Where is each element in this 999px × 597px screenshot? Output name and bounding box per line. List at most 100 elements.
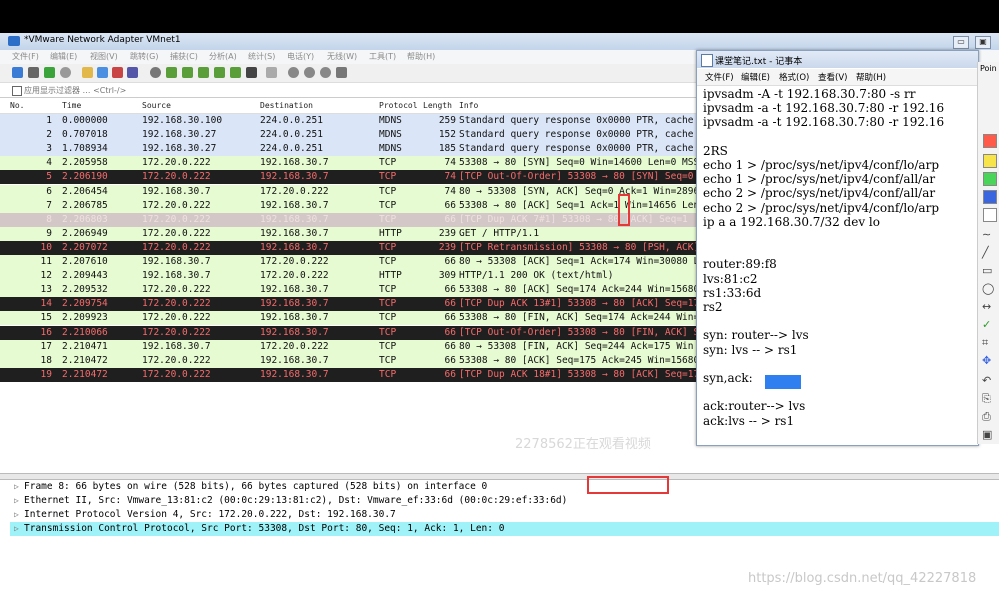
color-green-swatch[interactable] bbox=[983, 172, 997, 186]
color-red-swatch[interactable] bbox=[983, 134, 997, 148]
reload-icon[interactable] bbox=[127, 67, 138, 78]
detail-frame-row[interactable]: ▷ Frame 8: 66 bytes on wire (528 bits), … bbox=[10, 480, 999, 494]
col-header-source[interactable]: Source bbox=[142, 101, 171, 110]
close-file-icon[interactable] bbox=[112, 67, 123, 78]
notepad-line: syn,ack: bbox=[703, 371, 753, 385]
packet-cell-proto: TCP bbox=[379, 185, 397, 197]
color-white-swatch[interactable] bbox=[983, 208, 997, 222]
menu-analyze[interactable]: 分析(A) bbox=[209, 51, 237, 62]
crop-tool-icon[interactable]: ⌗ bbox=[982, 336, 988, 350]
packet-cell-time: 2.206454 bbox=[62, 185, 108, 197]
restore-button[interactable]: ▣ bbox=[975, 36, 991, 49]
notepad-text-area[interactable]: ipvsadm -A -t 192.168.30.7:80 -s rr ipvsa… bbox=[703, 87, 978, 445]
np-menu-view[interactable]: 查看(V) bbox=[818, 71, 847, 83]
text-selection bbox=[765, 375, 801, 389]
np-menu-edit[interactable]: 编辑(E) bbox=[741, 71, 770, 83]
restart-capture-icon[interactable] bbox=[44, 67, 55, 78]
viewer-count-overlay: 2278562正在观看视频 bbox=[515, 437, 651, 452]
zoom-reset-icon[interactable] bbox=[320, 67, 331, 78]
move-tool-icon[interactable]: ✥ bbox=[982, 354, 991, 367]
packet-cell-src: 192.168.30.7 bbox=[142, 340, 211, 352]
capture-options-icon[interactable] bbox=[60, 67, 71, 78]
save-file-icon[interactable] bbox=[97, 67, 108, 78]
packet-cell-proto: TCP bbox=[379, 157, 397, 169]
find-packet-icon[interactable] bbox=[150, 67, 161, 78]
menu-wireless[interactable]: 无线(W) bbox=[327, 51, 357, 62]
go-to-packet-icon[interactable] bbox=[198, 67, 209, 78]
colorize-icon[interactable] bbox=[266, 67, 277, 78]
menu-capture[interactable]: 捕获(C) bbox=[170, 51, 198, 62]
packet-cell-dst: 224.0.0.251 bbox=[260, 115, 323, 126]
arrow-tool-icon[interactable]: ↔ bbox=[982, 300, 991, 313]
line-tool-icon[interactable]: ╱ bbox=[982, 246, 989, 259]
open-file-icon[interactable] bbox=[82, 67, 93, 78]
zoom-out-icon[interactable] bbox=[304, 67, 315, 78]
start-capture-icon[interactable] bbox=[12, 67, 23, 78]
packet-cell-len: 185 bbox=[438, 143, 456, 155]
stop-capture-icon[interactable] bbox=[28, 67, 39, 78]
packet-cell-dst: 192.168.30.7 bbox=[260, 354, 329, 366]
packet-cell-src: 172.20.0.222 bbox=[142, 312, 211, 324]
packet-cell-time: 2.209754 bbox=[62, 298, 108, 310]
go-forward-icon[interactable] bbox=[182, 67, 193, 78]
resize-columns-icon[interactable] bbox=[336, 67, 347, 78]
menu-help[interactable]: 帮助(H) bbox=[407, 51, 435, 62]
menu-edit[interactable]: 编辑(E) bbox=[50, 51, 77, 62]
packet-cell-src: 172.20.0.222 bbox=[142, 199, 211, 211]
np-menu-format[interactable]: 格式(O) bbox=[779, 71, 809, 83]
go-back-icon[interactable] bbox=[166, 67, 177, 78]
notepad-line: echo 2 > /proc/sys/net/ipv4/conf/all/ar bbox=[703, 186, 936, 201]
detail-tcp-row[interactable]: ▷ Transmission Control Protocol, Src Por… bbox=[10, 522, 999, 536]
side-toolbar-label: Poin bbox=[980, 64, 997, 73]
col-header-time[interactable]: Time bbox=[62, 101, 81, 110]
print-icon[interactable]: ⎙ bbox=[982, 410, 991, 424]
packet-cell-time: 2.207610 bbox=[62, 256, 108, 267]
pane-splitter[interactable] bbox=[0, 473, 999, 480]
display-filter-input[interactable]: 应用显示过滤器 … <Ctrl-/> bbox=[24, 85, 126, 96]
autoscroll-icon[interactable] bbox=[246, 67, 257, 78]
col-header-protocol[interactable]: Protocol bbox=[379, 101, 418, 110]
color-blue-swatch[interactable] bbox=[983, 190, 997, 204]
packet-cell-time: 2.209532 bbox=[62, 284, 108, 296]
packet-cell-dst: 224.0.0.251 bbox=[260, 129, 323, 141]
expand-arrow-icon[interactable]: ▷ bbox=[14, 522, 19, 536]
bookmark-icon[interactable] bbox=[12, 86, 22, 96]
detail-ethernet-row[interactable]: ▷ Ethernet II, Src: Vmware_13:81:c2 (00:… bbox=[10, 494, 999, 508]
menu-view[interactable]: 视图(V) bbox=[90, 51, 118, 62]
notepad-window: 课堂笔记.txt - 记事本 文件(F) 编辑(E) 格式(O) 查看(V) 帮… bbox=[696, 50, 979, 446]
packet-cell-no: 1 bbox=[46, 115, 52, 126]
go-first-icon[interactable] bbox=[214, 67, 225, 78]
menu-file[interactable]: 文件(F) bbox=[12, 51, 39, 62]
notepad-line: syn: router--> lvs bbox=[703, 328, 809, 343]
minimize-button[interactable]: ▭ bbox=[953, 36, 969, 49]
menu-go[interactable]: 跳转(G) bbox=[130, 51, 158, 62]
packet-cell-proto: TCP bbox=[379, 199, 397, 211]
packet-cell-time: 2.210471 bbox=[62, 340, 108, 352]
col-header-destination[interactable]: Destination bbox=[260, 101, 313, 110]
zoom-in-icon[interactable] bbox=[288, 67, 299, 78]
packet-cell-src: 192.168.30.27 bbox=[142, 129, 217, 141]
copy-icon[interactable]: ⎘ bbox=[982, 392, 991, 406]
col-header-info[interactable]: Info bbox=[459, 101, 478, 110]
col-header-no[interactable]: No. bbox=[10, 101, 24, 110]
expand-arrow-icon[interactable]: ▷ bbox=[14, 480, 19, 494]
col-header-length[interactable]: Length bbox=[423, 101, 452, 110]
menu-telephony[interactable]: 电话(Y) bbox=[287, 51, 314, 62]
detail-ip-row[interactable]: ▷ Internet Protocol Version 4, Src: 172.… bbox=[10, 508, 999, 522]
np-menu-file[interactable]: 文件(F) bbox=[705, 71, 734, 83]
np-menu-help[interactable]: 帮助(H) bbox=[856, 71, 886, 83]
packet-cell-time: 2.206190 bbox=[62, 171, 108, 183]
expand-arrow-icon[interactable]: ▷ bbox=[14, 508, 19, 522]
rectangle-tool-icon[interactable]: ▭ bbox=[982, 264, 992, 277]
menu-tools[interactable]: 工具(T) bbox=[369, 51, 396, 62]
packet-cell-src: 172.20.0.222 bbox=[142, 213, 211, 225]
save-icon[interactable]: ▣ bbox=[982, 428, 992, 441]
curve-tool-icon[interactable]: ∼ bbox=[982, 228, 991, 241]
expand-arrow-icon[interactable]: ▷ bbox=[14, 494, 19, 508]
ellipse-tool-icon[interactable]: ◯ bbox=[982, 282, 994, 295]
color-yellow-swatch[interactable] bbox=[983, 154, 997, 168]
check-tool-icon[interactable]: ✓ bbox=[982, 318, 991, 331]
go-last-icon[interactable] bbox=[230, 67, 241, 78]
undo-icon[interactable]: ↶ bbox=[982, 374, 991, 387]
menu-statistics[interactable]: 统计(S) bbox=[248, 51, 275, 62]
